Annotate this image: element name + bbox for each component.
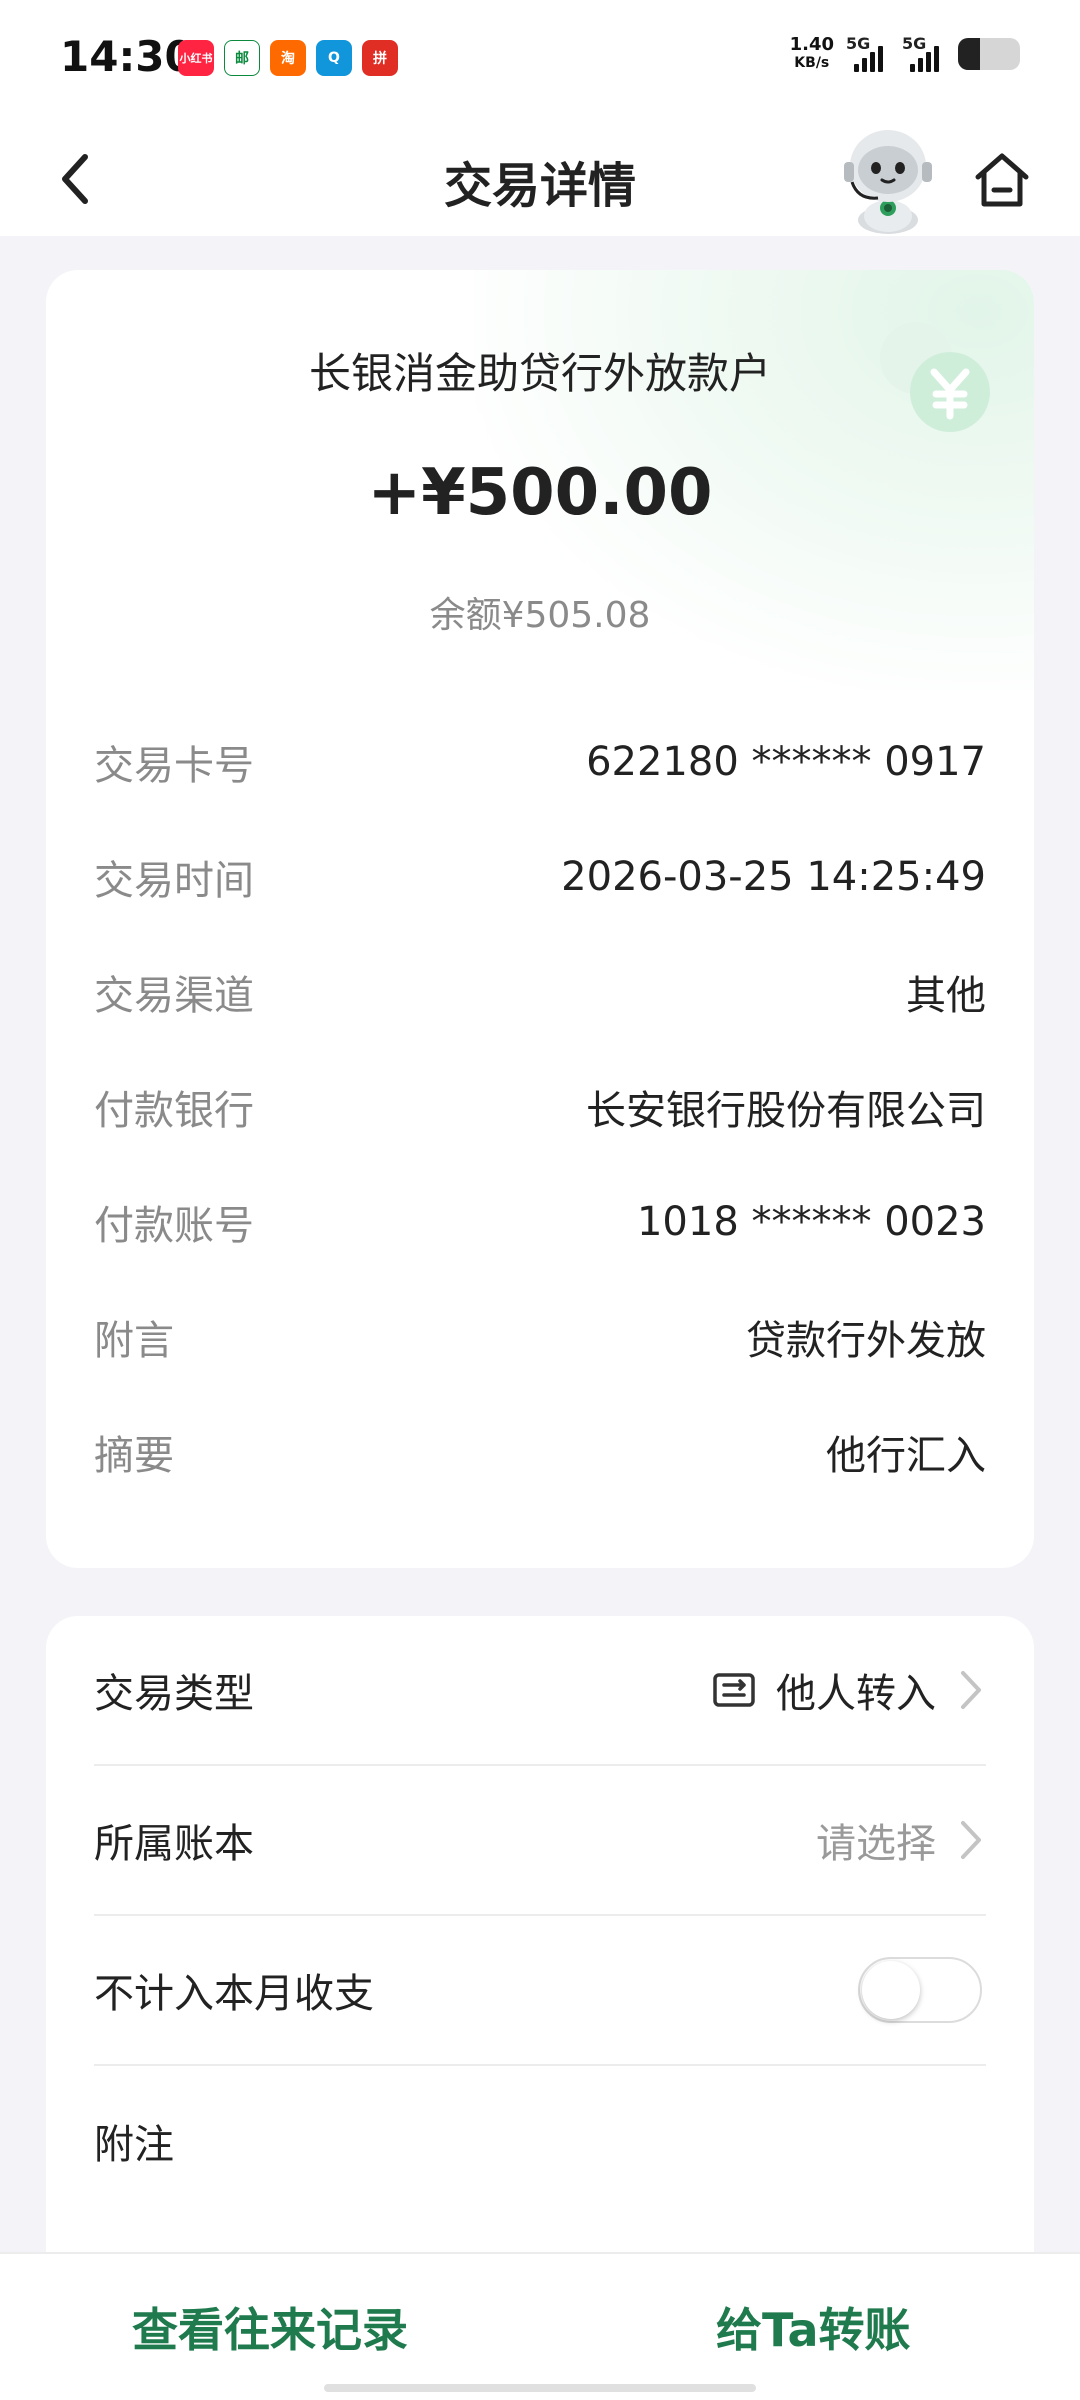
detail-label: 附言 <box>94 1318 174 1364</box>
detail-value: 其他 <box>906 973 986 1019</box>
exclude-from-monthly-toggle[interactable] <box>858 1957 982 2023</box>
ledger-select[interactable]: 请选择 <box>816 1811 936 1869</box>
status-bar: 14:30 小红书 邮 淘 Q 拼 1.40 KB/s 5G 5G <box>0 0 1080 118</box>
assistant-robot-icon[interactable] <box>838 124 938 234</box>
transaction-detail-card: 长银消金助贷行外放款户 +¥500.00 余额¥505.08 交易卡号 6221… <box>46 270 1034 1568</box>
detail-row-payer-bank: 付款银行 长安银行股份有限公司 <box>94 1077 986 1137</box>
pinduoduo-icon: 拼 <box>362 40 398 76</box>
view-history-button[interactable]: 查看往来记录 <box>132 2294 408 2360</box>
xiaohongshu-icon: 小红书 <box>178 40 214 76</box>
signal-icon: 5G <box>846 34 890 72</box>
china-post-icon: 邮 <box>224 40 260 76</box>
transfer-button[interactable]: 给Ta转账 <box>716 2294 911 2360</box>
detail-value: 长安银行股份有限公司 <box>586 1088 986 1134</box>
navigation-bar: 交易详情 <box>0 118 1080 236</box>
home-indicator[interactable] <box>324 2384 756 2392</box>
notification-app-icons: 小红书 邮 淘 Q 拼 <box>178 40 398 76</box>
detail-label: 付款账号 <box>94 1203 254 1249</box>
ledger-row[interactable]: 所属账本 请选择 <box>94 1766 986 1916</box>
counterparty-name: 长银消金助贷行外放款户 <box>308 349 771 398</box>
detail-value: 他行汇入 <box>826 1433 986 1479</box>
detail-row-payer-account: 付款账号 1018 ****** 0023 <box>94 1192 986 1252</box>
battery-icon <box>958 38 1020 70</box>
detail-value: 贷款行外发放 <box>746 1318 986 1364</box>
detail-label: 摘要 <box>94 1433 174 1479</box>
transaction-options-card: 交易类型 他人转入 所属账本 请选择 不计入本月收支 附注 <box>46 1616 1034 2276</box>
home-icon <box>975 153 1029 207</box>
transaction-type-label: 交易类型 <box>94 1671 254 1717</box>
detail-row-card-number: 交易卡号 622180 ****** 0917 <box>94 732 986 792</box>
signal-icon: 5G <box>902 34 946 72</box>
note-label: 附注 <box>94 2122 174 2168</box>
battery-level <box>958 38 980 70</box>
detail-label: 交易卡号 <box>94 743 254 789</box>
exclude-from-monthly-row: 不计入本月收支 <box>94 1916 986 2066</box>
detail-row-summary: 摘要 他行汇入 <box>94 1422 986 1482</box>
network-speed: 1.40 KB/s <box>790 36 834 72</box>
ledger-label: 所属账本 <box>94 1821 254 1867</box>
transaction-amount: +¥500.00 <box>367 456 713 530</box>
signal-type-label: 5G <box>846 34 871 53</box>
detail-value: 1018 ****** 0023 <box>636 1199 986 1245</box>
status-indicators: 1.40 KB/s 5G 5G <box>790 34 1020 72</box>
note-row[interactable]: 附注 <box>94 2066 986 2216</box>
detail-value: 2026-03-25 14:25:49 <box>561 854 986 900</box>
signal-type-label: 5G <box>902 34 927 53</box>
detail-row-remark: 附言 贷款行外发放 <box>94 1307 986 1367</box>
home-button[interactable] <box>966 144 1038 216</box>
qq-icon: Q <box>316 40 352 76</box>
detail-label: 付款银行 <box>94 1088 254 1134</box>
network-speed-unit: KB/s <box>794 55 830 71</box>
exclude-from-monthly-label: 不计入本月收支 <box>94 1971 374 2017</box>
network-speed-value: 1.40 <box>789 34 834 55</box>
detail-label: 交易渠道 <box>94 973 254 1019</box>
detail-value: 622180 ****** 0917 <box>586 739 986 785</box>
bottom-action-bar: 查看往来记录 给Ta转账 <box>0 2252 1080 2400</box>
chevron-right-icon <box>956 1668 986 1712</box>
taobao-icon: 淘 <box>270 40 306 76</box>
toggle-knob <box>862 1961 920 2019</box>
detail-label: 交易时间 <box>94 858 254 904</box>
status-time: 14:30 <box>60 32 194 81</box>
detail-row-time: 交易时间 2026-03-25 14:25:49 <box>94 847 986 907</box>
transaction-type-value: 他人转入 <box>776 1671 936 1717</box>
detail-row-channel: 交易渠道 其他 <box>94 962 986 1022</box>
chevron-right-icon <box>956 1818 986 1862</box>
account-balance: 余额¥505.08 <box>429 595 651 636</box>
transfer-type-icon <box>713 1673 755 1707</box>
transaction-type-row[interactable]: 交易类型 他人转入 <box>94 1616 986 1766</box>
